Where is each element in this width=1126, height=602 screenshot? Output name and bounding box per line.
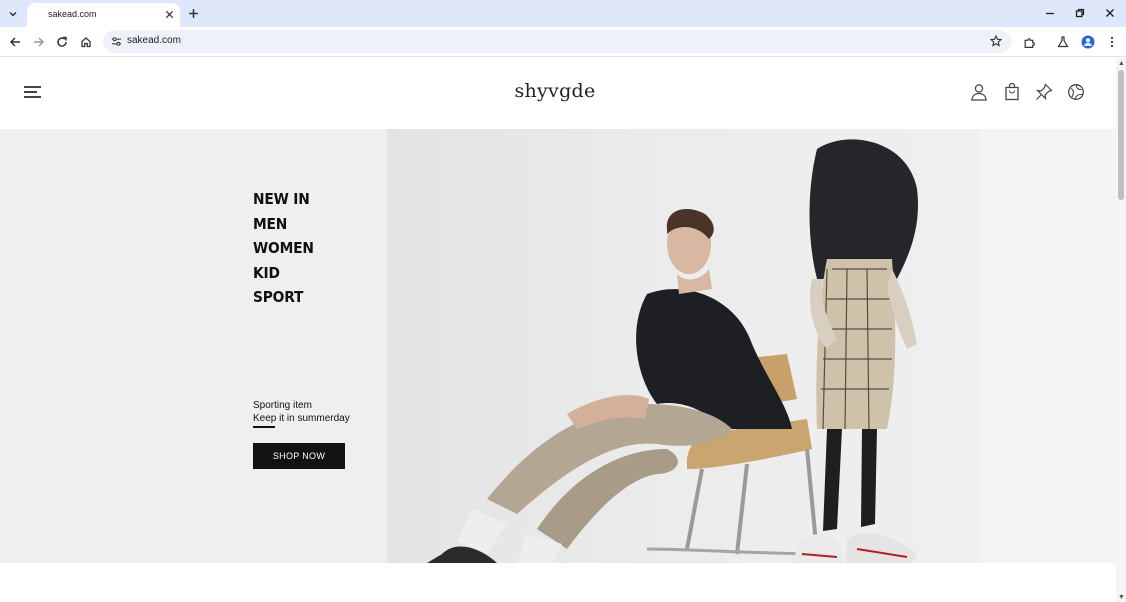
- close-window-button[interactable]: [1101, 5, 1119, 21]
- store-locator-button[interactable]: [1034, 82, 1054, 102]
- tune-icon: [111, 36, 121, 46]
- page-scrollbar[interactable]: ▲ ▼: [1116, 58, 1126, 602]
- pin-icon: [1035, 83, 1053, 101]
- home-icon: [81, 37, 91, 48]
- bookmark-button[interactable]: [989, 34, 1003, 48]
- promo-title: Sporting item: [253, 400, 312, 411]
- hero-banner: NEW IN MEN WOMEN KID SPORT Sporting item…: [0, 129, 1116, 563]
- arrow-right-icon: [34, 37, 45, 47]
- flask-icon: [1057, 36, 1069, 48]
- arrow-left-icon: [9, 37, 20, 47]
- scroll-down-icon[interactable]: ▼: [1118, 594, 1125, 601]
- site-info-button[interactable]: [110, 35, 122, 47]
- minimize-button[interactable]: [1041, 5, 1059, 21]
- browser-tab-strip: sakead.com: [0, 0, 1126, 27]
- category-nav: NEW IN MEN WOMEN KID SPORT: [253, 187, 319, 310]
- home-button[interactable]: [77, 33, 95, 51]
- minimize-icon: [1046, 12, 1054, 15]
- profile-button[interactable]: [1079, 33, 1097, 51]
- site-header: shyvgde: [0, 58, 1116, 129]
- shopping-bag-icon: [1005, 83, 1019, 101]
- promo-subtitle: Keep it in summerday: [253, 413, 350, 424]
- reload-button[interactable]: [53, 33, 71, 51]
- address-bar[interactable]: sakead.com: [103, 30, 1011, 53]
- tab-title: sakead.com: [48, 9, 97, 19]
- nav-item-new-in[interactable]: NEW IN: [253, 187, 314, 212]
- new-tab-button[interactable]: [185, 5, 201, 21]
- more-vertical-icon: [1110, 36, 1114, 48]
- page-viewport: shyvgde NEW IN MEN WOMEN KID SPORT Sport…: [0, 58, 1116, 602]
- language-button[interactable]: [1066, 82, 1086, 102]
- hero-image[interactable]: [387, 129, 1116, 563]
- extensions-button[interactable]: [1020, 33, 1038, 51]
- plus-icon: [188, 8, 198, 18]
- forward-button[interactable]: [30, 33, 48, 51]
- tab-close-button[interactable]: [162, 7, 176, 21]
- avatar-icon: [1081, 35, 1095, 49]
- browser-tab[interactable]: sakead.com: [27, 3, 180, 27]
- scroll-up-icon[interactable]: ▲: [1118, 60, 1125, 67]
- nav-item-women[interactable]: WOMEN: [253, 236, 314, 261]
- account-button[interactable]: [969, 82, 989, 102]
- close-icon: [165, 10, 173, 18]
- reload-icon: [57, 36, 67, 47]
- close-icon: [1106, 9, 1114, 17]
- models-illustration: [427, 139, 918, 563]
- nav-item-sport[interactable]: SPORT: [253, 285, 314, 310]
- scroll-thumb[interactable]: [1118, 70, 1124, 200]
- browser-toolbar: sakead.com: [0, 27, 1126, 57]
- puzzle-icon: [1024, 37, 1035, 48]
- tab-search-button[interactable]: [4, 5, 22, 23]
- browser-menu-button[interactable]: [1103, 33, 1121, 51]
- back-button[interactable]: [6, 33, 24, 51]
- globe-icon: [1068, 84, 1084, 100]
- restore-icon: [1075, 8, 1085, 18]
- shop-now-button[interactable]: SHOP NOW: [253, 443, 345, 469]
- cart-button[interactable]: [1002, 82, 1022, 102]
- nav-item-kid[interactable]: KID: [253, 261, 314, 286]
- chevron-down-icon: [9, 11, 17, 17]
- labs-button[interactable]: [1054, 33, 1072, 51]
- star-icon: [990, 35, 1002, 47]
- site-logo[interactable]: shyvgde: [0, 80, 1110, 102]
- promo-underline: [253, 426, 275, 428]
- restore-button[interactable]: [1071, 5, 1089, 21]
- address-text[interactable]: sakead.com: [127, 35, 181, 46]
- user-icon: [971, 84, 987, 101]
- nav-item-men[interactable]: MEN: [253, 212, 314, 237]
